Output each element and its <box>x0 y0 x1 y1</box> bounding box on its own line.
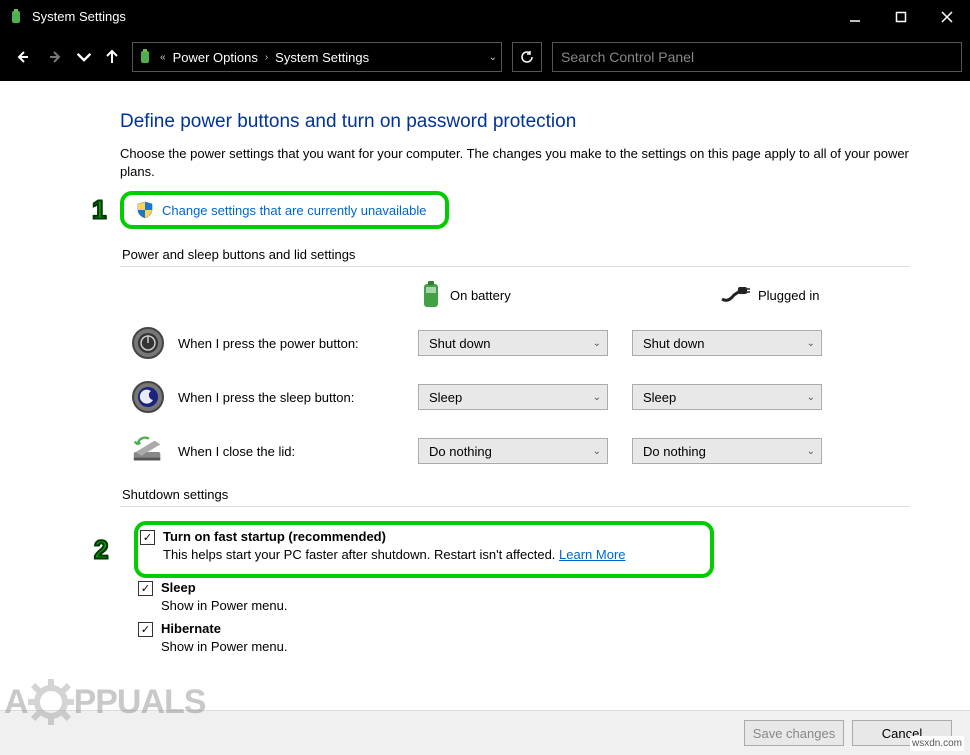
learn-more-link[interactable]: Learn More <box>559 547 625 562</box>
page-description: Choose the power settings that you want … <box>120 145 910 181</box>
chevron-down-icon: ⌄ <box>593 392 601 403</box>
titlebar: System Settings <box>0 0 970 33</box>
lid-plugged-dropdown[interactable]: Do nothing ⌄ <box>632 438 822 464</box>
power-button-plugged-dropdown[interactable]: Shut down ⌄ <box>632 330 822 356</box>
sleep-checkbox[interactable]: ✓ <box>138 581 153 596</box>
plugged-in-label: Plugged in <box>758 288 819 303</box>
annotation-1: 1 Change settings that are currently una… <box>120 191 449 229</box>
search-placeholder: Search Control Panel <box>561 49 694 65</box>
shutdown-settings-area: 2 ✓ Turn on fast startup (recommended) T… <box>138 521 910 654</box>
battery-app-icon <box>137 49 153 65</box>
change-settings-link[interactable]: Change settings that are currently unava… <box>128 197 435 223</box>
sleep-button-icon <box>130 379 166 415</box>
sleep-button-label: When I press the sleep button: <box>178 390 418 405</box>
chevron-down-icon: ⌄ <box>593 446 601 457</box>
lid-label: When I close the lid: <box>178 444 418 459</box>
page-title: Define power buttons and turn on passwor… <box>120 111 910 133</box>
chevron-down-icon: ⌄ <box>593 338 601 349</box>
breadcrumb-sep: › <box>262 52 271 63</box>
lid-close-icon <box>130 433 166 469</box>
chevron-down-icon: ⌄ <box>807 446 815 457</box>
back-button[interactable] <box>8 43 36 71</box>
watermark-logo: A PPUALS <box>4 679 205 725</box>
dropdown-value: Shut down <box>643 336 704 351</box>
content-area: Define power buttons and turn on passwor… <box>0 81 970 710</box>
power-button-label: When I press the power button: <box>178 336 418 351</box>
section-title-shutdown: Shutdown settings <box>122 487 910 502</box>
sleep-row: ✓ Sleep <box>138 580 910 596</box>
chevron-down-icon: ⌄ <box>807 392 815 403</box>
annotation-2: 2 ✓ Turn on fast startup (recommended) T… <box>134 521 714 578</box>
site-watermark: wsxdn.com <box>910 736 964 751</box>
chevron-down-icon: ⌄ <box>807 338 815 349</box>
shield-icon <box>136 201 154 219</box>
save-button[interactable]: Save changes <box>744 720 844 746</box>
hibernate-label: Hibernate <box>161 621 221 636</box>
sleep-button-plugged-dropdown[interactable]: Sleep ⌄ <box>632 384 822 410</box>
up-button[interactable] <box>98 43 126 71</box>
search-input[interactable]: Search Control Panel <box>552 42 962 72</box>
plugged-in-header: Plugged in <box>720 281 880 309</box>
dropdown-value: Sleep <box>429 390 462 405</box>
battery-icon <box>420 281 442 309</box>
sleep-button-battery-dropdown[interactable]: Sleep ⌄ <box>418 384 608 410</box>
sleep-label: Sleep <box>161 580 196 595</box>
sleep-button-row: When I press the sleep button: Sleep ⌄ S… <box>120 379 910 415</box>
gear-icon <box>28 679 74 725</box>
hibernate-desc: Show in Power menu. <box>161 639 910 654</box>
change-settings-link-text: Change settings that are currently unava… <box>162 203 427 218</box>
sleep-desc: Show in Power menu. <box>161 598 910 613</box>
breadcrumb-sep: « <box>157 52 169 63</box>
section-divider <box>120 266 910 267</box>
window-controls <box>832 0 970 33</box>
power-button-row: When I press the power button: Shut down… <box>120 325 910 361</box>
power-button-icon <box>130 325 166 361</box>
breadcrumb-chevron-icon[interactable]: ⌄ <box>489 52 497 63</box>
battery-app-icon <box>8 9 24 25</box>
fast-startup-label: Turn on fast startup (recommended) <box>163 529 386 544</box>
dropdown-value: Sleep <box>643 390 676 405</box>
hibernate-row: ✓ Hibernate <box>138 621 910 637</box>
dropdown-value: Shut down <box>429 336 490 351</box>
watermark-text: PPUALS <box>74 683 206 722</box>
fast-startup-desc: This helps start your PC faster after sh… <box>163 547 702 562</box>
lid-row: When I close the lid: Do nothing ⌄ Do no… <box>120 433 910 469</box>
section-title-buttons-lid: Power and sleep buttons and lid settings <box>122 247 910 262</box>
breadcrumb-item[interactable]: Power Options <box>173 50 258 65</box>
power-button-battery-dropdown[interactable]: Shut down ⌄ <box>418 330 608 356</box>
dropdown-value: Do nothing <box>643 444 706 459</box>
navbar: « Power Options › System Settings ⌄ Sear… <box>0 33 970 81</box>
fast-startup-checkbox[interactable]: ✓ <box>140 530 155 545</box>
fast-startup-row: ✓ Turn on fast startup (recommended) <box>140 529 702 545</box>
section-divider <box>120 506 910 507</box>
breadcrumb[interactable]: « Power Options › System Settings ⌄ <box>132 42 502 72</box>
history-dropdown[interactable] <box>76 43 92 71</box>
watermark-a: A <box>4 683 28 722</box>
refresh-button[interactable] <box>512 42 542 72</box>
dropdown-value: Do nothing <box>429 444 492 459</box>
close-button[interactable] <box>924 0 970 33</box>
window-title: System Settings <box>32 9 126 24</box>
annotation-number: 2 <box>94 534 108 565</box>
plug-icon <box>720 285 750 305</box>
minimize-button[interactable] <box>832 0 878 33</box>
lid-battery-dropdown[interactable]: Do nothing ⌄ <box>418 438 608 464</box>
annotation-number: 1 <box>92 195 106 226</box>
maximize-button[interactable] <box>878 0 924 33</box>
on-battery-header: On battery <box>420 281 580 309</box>
breadcrumb-item[interactable]: System Settings <box>275 50 369 65</box>
hibernate-checkbox[interactable]: ✓ <box>138 622 153 637</box>
forward-button[interactable] <box>42 43 70 71</box>
column-headers: On battery Plugged in <box>420 281 910 309</box>
on-battery-label: On battery <box>450 288 511 303</box>
